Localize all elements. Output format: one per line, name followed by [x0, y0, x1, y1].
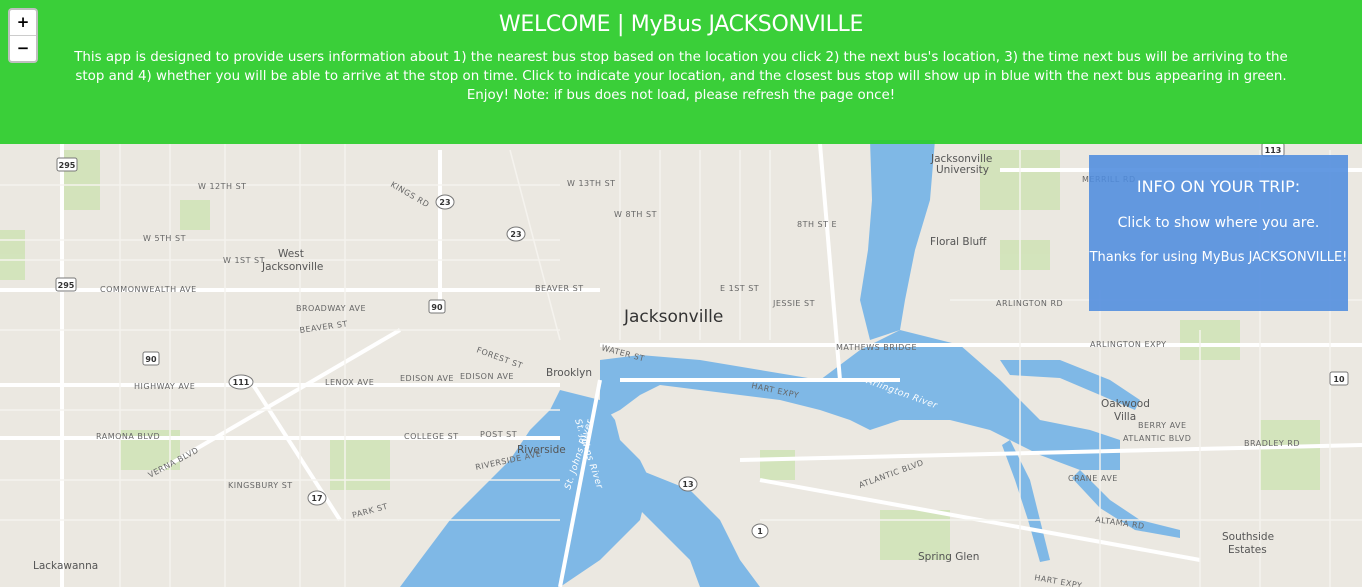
svg-text:8TH ST E: 8TH ST E	[797, 220, 837, 229]
svg-text:W 5TH ST: W 5TH ST	[143, 234, 186, 243]
zoom-control: + −	[8, 8, 38, 63]
svg-text:JESSIE ST: JESSIE ST	[772, 299, 815, 308]
svg-text:111: 111	[233, 378, 250, 387]
svg-text:RAMONA BLVD: RAMONA BLVD	[96, 432, 160, 441]
svg-text:1: 1	[757, 527, 763, 536]
svg-text:Spring Glen: Spring Glen	[918, 551, 979, 563]
svg-text:ARLINGTON EXPY: ARLINGTON EXPY	[1090, 340, 1167, 349]
svg-text:E 1ST ST: E 1ST ST	[720, 284, 759, 293]
svg-text:Oakwood: Oakwood	[1101, 398, 1150, 410]
svg-text:Lackawanna: Lackawanna	[33, 560, 98, 572]
trip-info-thanks: Thanks for using MyBus JACKSONVILLE!	[1089, 250, 1348, 265]
svg-text:113: 113	[1265, 146, 1282, 155]
svg-text:MATHEWS BRIDGE: MATHEWS BRIDGE	[836, 343, 917, 352]
svg-text:Floral Bluff: Floral Bluff	[930, 236, 987, 248]
svg-text:EDISON AVE: EDISON AVE	[460, 372, 514, 381]
svg-text:W 13TH ST: W 13TH ST	[567, 179, 616, 188]
svg-text:W 1ST ST: W 1ST ST	[223, 256, 265, 265]
trip-info-panel: INFO ON YOUR TRIP: Click to show where y…	[1089, 155, 1348, 311]
svg-text:BEAVER ST: BEAVER ST	[535, 284, 584, 293]
svg-text:295: 295	[59, 161, 76, 170]
svg-text:West: West	[278, 248, 304, 260]
trip-info-title: INFO ON YOUR TRIP:	[1136, 177, 1301, 196]
svg-text:COMMONWEALTH AVE: COMMONWEALTH AVE	[100, 285, 197, 294]
svg-text:17: 17	[311, 494, 322, 503]
svg-text:Brooklyn: Brooklyn	[546, 367, 592, 379]
svg-text:23: 23	[439, 198, 450, 207]
svg-text:295: 295	[58, 281, 75, 290]
svg-text:90: 90	[145, 355, 157, 364]
svg-text:23: 23	[510, 230, 521, 239]
svg-text:W 8TH ST: W 8TH ST	[614, 210, 657, 219]
trip-info-instruction: Click to show where you are.	[1117, 215, 1320, 231]
svg-text:HIGHWAY AVE: HIGHWAY AVE	[134, 382, 195, 391]
svg-text:BRADLEY RD: BRADLEY RD	[1244, 439, 1300, 448]
svg-text:POST ST: POST ST	[480, 430, 517, 439]
svg-text:Villa: Villa	[1114, 411, 1136, 423]
svg-text:90: 90	[431, 303, 443, 312]
svg-text:KINGSBURY ST: KINGSBURY ST	[228, 481, 293, 490]
svg-text:CRANE AVE: CRANE AVE	[1068, 474, 1118, 483]
svg-text:EDISON AVE: EDISON AVE	[400, 374, 454, 383]
svg-text:13: 13	[682, 480, 693, 489]
svg-text:Southside: Southside	[1222, 531, 1274, 543]
svg-text:ATLANTIC BLVD: ATLANTIC BLVD	[1123, 434, 1191, 443]
welcome-banner: WELCOME | MyBus JACKSONVILLE This app is…	[0, 0, 1362, 144]
svg-text:10: 10	[1333, 375, 1345, 384]
page-title: WELCOME | MyBus JACKSONVILLE	[498, 12, 864, 37]
app-description: This app is designed to provide users in…	[74, 50, 1288, 103]
zoom-in-button[interactable]: +	[10, 10, 36, 36]
svg-text:Jacksonville: Jacksonville	[261, 261, 323, 273]
zoom-out-button[interactable]: −	[10, 36, 36, 61]
svg-text:LENOX AVE: LENOX AVE	[325, 378, 374, 387]
svg-text:ARLINGTON RD: ARLINGTON RD	[996, 299, 1063, 308]
svg-text:Jacksonville: Jacksonville	[623, 307, 723, 327]
svg-text:Estates: Estates	[1228, 544, 1267, 556]
svg-text:University: University	[936, 164, 989, 176]
svg-text:BERRY AVE: BERRY AVE	[1138, 421, 1187, 430]
svg-text:COLLEGE ST: COLLEGE ST	[404, 432, 459, 441]
svg-text:W 12TH ST: W 12TH ST	[198, 182, 247, 191]
svg-text:BROADWAY AVE: BROADWAY AVE	[296, 304, 366, 313]
